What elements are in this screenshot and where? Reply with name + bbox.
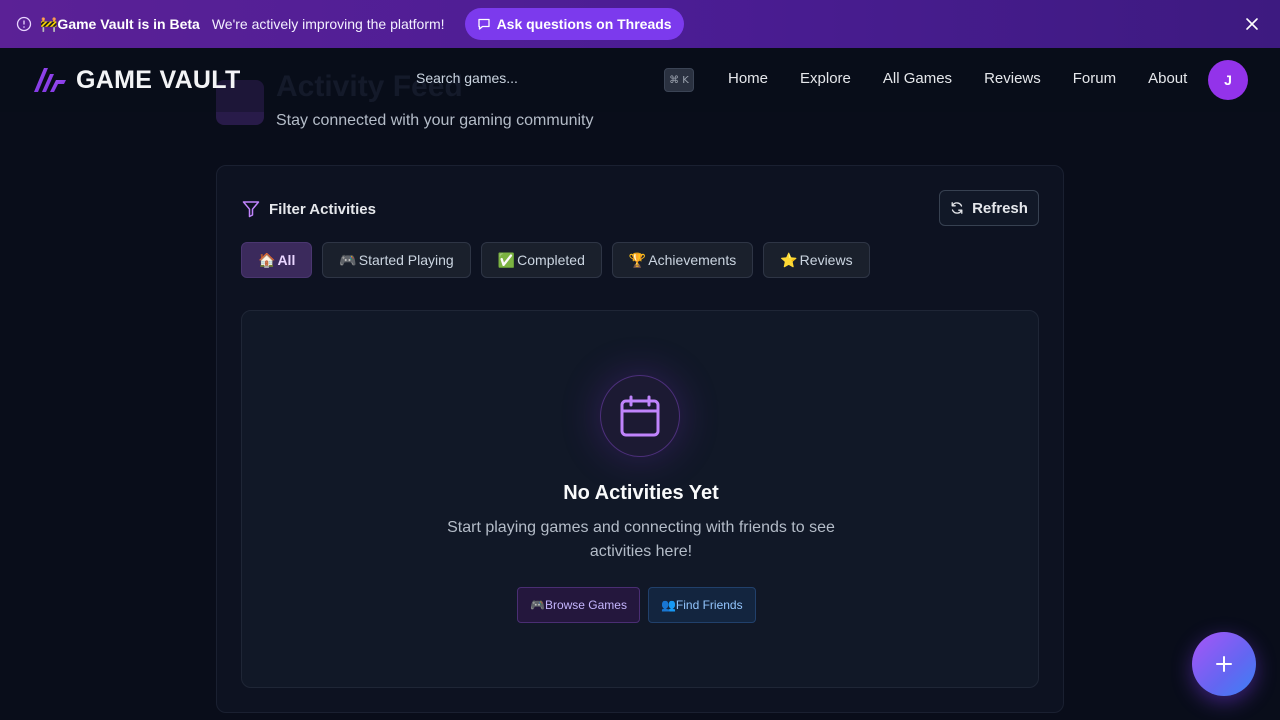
nav-link-all-games[interactable]: All Games: [883, 70, 952, 87]
page-subtitle: Stay connected with your gaming communit…: [276, 112, 594, 129]
empty-state: No Activities Yet Start playing games an…: [241, 310, 1039, 688]
activity-panel: Filter Activities Refresh 🏠 All 🎮 Starte…: [216, 165, 1064, 713]
trophy-icon: 🏆: [628, 251, 647, 268]
logo-icon: [34, 68, 66, 92]
search-input[interactable]: Search games...: [416, 70, 518, 86]
find-friends-button[interactable]: 👥Find Friends: [647, 587, 756, 623]
navbar: GAME VAULT Search games... ⌘ K Home Expl…: [0, 48, 1280, 112]
home-icon: 🏠: [258, 251, 276, 268]
refresh-icon: [951, 202, 963, 214]
tab-label: Started Playing: [358, 252, 454, 268]
beta-banner: 🚧Game Vault is in Beta We're actively im…: [0, 0, 1280, 48]
nav-link-explore[interactable]: Explore: [800, 70, 851, 87]
filter-header: Filter Activities: [241, 199, 376, 219]
refresh-label: Refresh: [972, 199, 1028, 217]
empty-actions: 🎮Browse Games 👥Find Friends: [517, 587, 756, 623]
nav-link-about[interactable]: About: [1148, 70, 1187, 87]
refresh-button[interactable]: Refresh: [939, 190, 1039, 226]
brand-name: GAME VAULT: [76, 65, 241, 94]
message-icon: [477, 18, 490, 30]
tab-started-playing[interactable]: 🎮 Started Playing: [322, 242, 471, 278]
brand-logo[interactable]: GAME VAULT: [32, 64, 241, 96]
browse-games-button[interactable]: 🎮Browse Games: [517, 587, 640, 623]
empty-title: No Activities Yet: [563, 482, 719, 504]
tab-label: Completed: [517, 252, 585, 268]
search-shortcut: ⌘ K: [664, 68, 694, 92]
check-icon: ✅: [497, 251, 516, 268]
beta-message: We're actively improving the platform!: [211, 16, 445, 32]
calendar-icon: [620, 395, 660, 437]
plus-icon: [1216, 656, 1232, 672]
star-icon: ⭐: [780, 251, 798, 268]
nav-link-home[interactable]: Home: [728, 70, 768, 87]
tab-label: All: [277, 252, 296, 268]
tab-label: Reviews: [799, 252, 853, 268]
nav-link-reviews[interactable]: Reviews: [984, 70, 1041, 87]
gamepad-icon: 🎮: [339, 251, 357, 268]
info-icon: [16, 16, 32, 32]
threads-button[interactable]: Ask questions on Threads: [464, 8, 684, 40]
nav-links: Home Explore All Games Reviews Forum Abo…: [728, 70, 1187, 87]
filter-tabs: 🏠 All 🎮 Started Playing ✅ Completed 🏆 Ac…: [241, 242, 870, 278]
close-icon[interactable]: [1244, 16, 1260, 32]
avatar[interactable]: J: [1208, 60, 1248, 100]
tab-label: Achievements: [648, 252, 737, 268]
nav-link-forum[interactable]: Forum: [1073, 70, 1116, 87]
filter-title: Filter Activities: [269, 200, 376, 218]
tab-all[interactable]: 🏠 All: [241, 242, 313, 278]
filter-icon: [242, 201, 260, 218]
calendar-badge: [600, 375, 680, 457]
beta-title: 🚧Game Vault is in Beta: [40, 15, 200, 32]
empty-description: Start playing games and connecting with …: [447, 519, 835, 560]
add-activity-button[interactable]: [1192, 632, 1256, 696]
tab-completed[interactable]: ✅ Completed: [480, 242, 602, 278]
threads-button-label: Ask questions on Threads: [496, 16, 672, 32]
tab-reviews[interactable]: ⭐ Reviews: [763, 242, 870, 278]
tab-achievements[interactable]: 🏆 Achievements: [611, 242, 754, 278]
